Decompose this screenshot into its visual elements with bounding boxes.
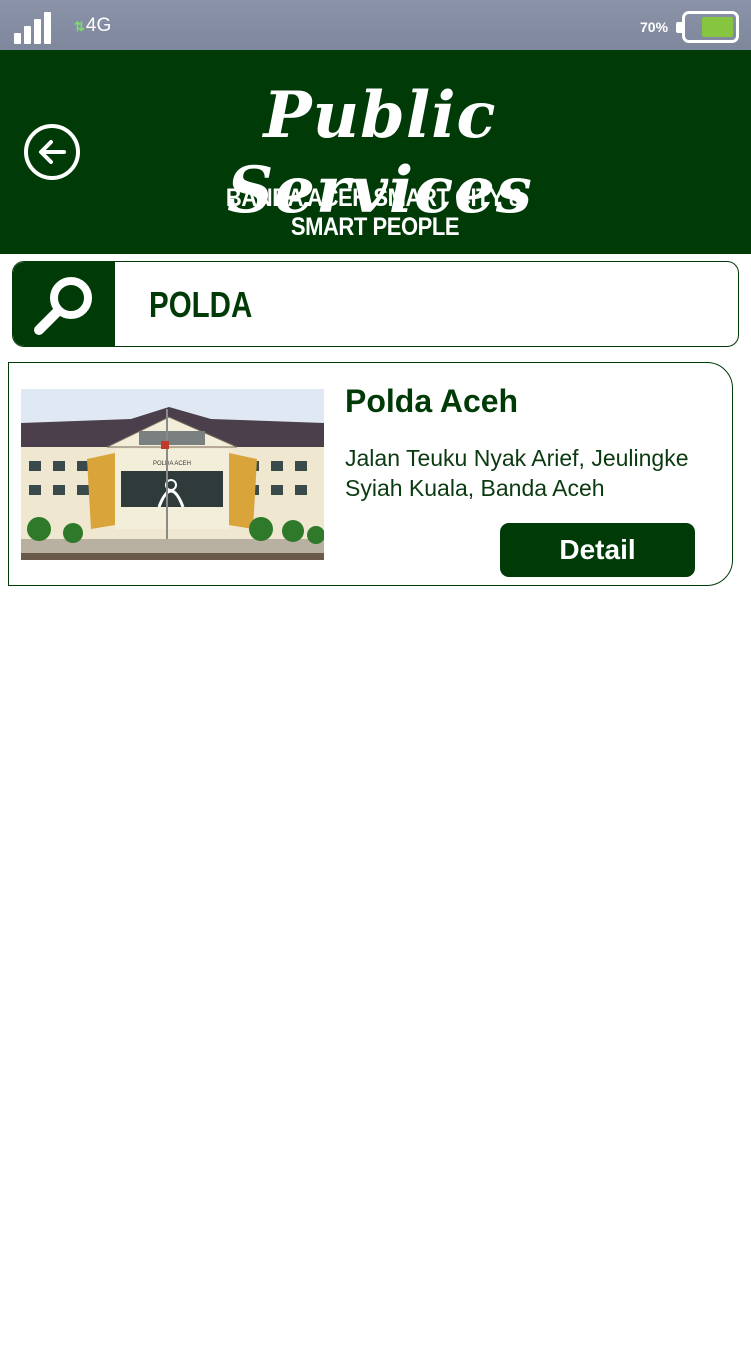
battery-fill (702, 17, 733, 37)
battery-percent: 70% (640, 19, 669, 35)
building-photo: POLDA ACEH (21, 389, 324, 560)
network-type: 4G (85, 15, 112, 36)
search-icon (34, 277, 92, 335)
result-title: Polda Aceh (345, 383, 519, 419)
back-button[interactable] (24, 124, 80, 180)
search-button[interactable] (13, 262, 115, 346)
detail-button[interactable]: Detail (500, 523, 695, 577)
network-indicator: ⇅ 4G (74, 15, 111, 37)
back-arrow-icon (39, 140, 66, 164)
result-address: Jalan Teuku Nyak Arief, Jeulingke Syiah … (345, 445, 689, 501)
signal-bars-icon (14, 12, 54, 44)
result-card[interactable]: POLDA ACEH Polda Aceh Jalan Teuku Nyak A… (8, 362, 733, 586)
status-bar: ⇅ 4G 70% (0, 0, 751, 50)
page-subtitle: BANDA ACEH SMART CITY & SMART PEOPLE (225, 184, 525, 241)
app-header: Public Services BANDA ACEH SMART CITY & … (0, 50, 751, 254)
battery-icon (676, 11, 739, 43)
search-bar (12, 261, 739, 347)
data-arrows-icon: ⇅ (74, 19, 85, 34)
search-input[interactable] (149, 282, 609, 328)
building-sign: POLDA ACEH (153, 461, 191, 467)
